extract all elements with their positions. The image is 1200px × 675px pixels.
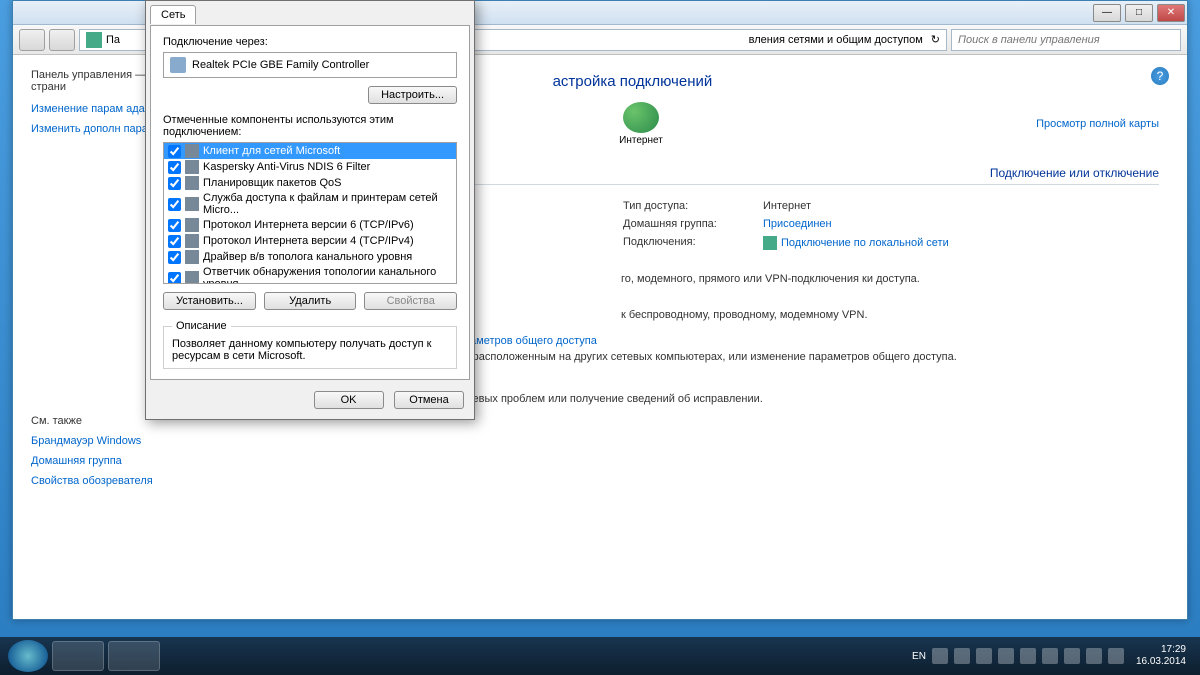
properties-dialog: Сеть Подключение через: Realtek PCIe GBE…: [145, 0, 475, 420]
text-fragment-2: к беспроводному, проводному, модемному V…: [621, 309, 1159, 321]
component-checkbox[interactable]: [168, 235, 181, 248]
tray-icon[interactable]: [1086, 648, 1102, 664]
network-tray-icon[interactable]: [998, 648, 1014, 664]
clock[interactable]: 17:29 16.03.2014: [1130, 644, 1192, 668]
taskbar-app-1[interactable]: [52, 641, 104, 671]
network-icon: [86, 32, 102, 48]
protocol-icon: [185, 218, 199, 232]
component-item[interactable]: Протокол Интернета версии 4 (TCP/IPv4): [164, 233, 456, 249]
component-item[interactable]: Драйвер в/в тополога канального уровня: [164, 249, 456, 265]
component-checkbox[interactable]: [168, 161, 181, 174]
component-item[interactable]: Служба доступа к файлам и принтерам сете…: [164, 191, 456, 217]
component-item[interactable]: Ответчик обнаружения топологии канальног…: [164, 265, 456, 284]
adapter-box: Realtek PCIe GBE Family Controller: [163, 52, 457, 78]
breadcrumb-suffix: вления сетями и общим доступом: [749, 34, 923, 46]
component-item[interactable]: Клиент для сетей Microsoft: [164, 143, 456, 159]
cancel-button[interactable]: Отмена: [394, 391, 464, 409]
tab-network[interactable]: Сеть: [150, 5, 196, 24]
filter-icon: [185, 160, 199, 174]
homegroup-link[interactable]: Присоединен: [763, 218, 832, 230]
forward-button[interactable]: [49, 29, 75, 51]
language-indicator[interactable]: EN: [912, 651, 926, 662]
start-button[interactable]: [8, 640, 48, 672]
text-fragment-1: го, модемного, прямого или VPN-подключен…: [621, 273, 1159, 285]
description-text: Позволяет данному компьютеру получать до…: [172, 338, 448, 362]
client-icon: [185, 144, 199, 158]
component-checkbox[interactable]: [168, 198, 181, 211]
components-list[interactable]: Клиент для сетей Microsoft Kaspersky Ant…: [163, 142, 457, 284]
protocol-icon: [185, 234, 199, 248]
component-checkbox[interactable]: [168, 272, 181, 285]
description-title: Описание: [172, 320, 231, 332]
see-also-ie[interactable]: Свойства обозревателя: [31, 475, 225, 487]
connect-via-label: Подключение через:: [163, 36, 457, 48]
component-checkbox[interactable]: [168, 177, 181, 190]
component-checkbox[interactable]: [168, 219, 181, 232]
ok-button[interactable]: OK: [314, 391, 384, 409]
close-button[interactable]: ✕: [1157, 4, 1185, 22]
taskbar: EN 17:29 16.03.2014: [0, 637, 1200, 675]
maximize-button[interactable]: □: [1125, 4, 1153, 22]
component-item[interactable]: Протокол Интернета версии 6 (TCP/IPv6): [164, 217, 456, 233]
breadcrumb-text: Па: [106, 34, 120, 46]
globe-icon: [623, 102, 659, 133]
full-map-link[interactable]: Просмотр полной карты: [1036, 118, 1159, 130]
properties-button[interactable]: Свойства: [364, 292, 457, 310]
component-item[interactable]: Планировщик пакетов QoS: [164, 175, 456, 191]
responder-icon: [185, 271, 199, 284]
adapter-name: Realtek PCIe GBE Family Controller: [192, 59, 369, 71]
configure-button[interactable]: Настроить...: [368, 86, 457, 104]
system-tray: EN 17:29 16.03.2014: [912, 644, 1192, 668]
components-label: Отмеченные компоненты используются этим …: [163, 114, 457, 138]
description-group: Описание Позволяет данному компьютеру по…: [163, 320, 457, 369]
tray-icon[interactable]: [1020, 648, 1036, 664]
install-button[interactable]: Установить...: [163, 292, 256, 310]
tray-icon[interactable]: [1108, 648, 1124, 664]
tray-icon[interactable]: [954, 648, 970, 664]
driver-icon: [185, 250, 199, 264]
adapter-icon: [170, 57, 186, 73]
back-button[interactable]: [19, 29, 45, 51]
refresh-icon[interactable]: ↻: [931, 33, 940, 46]
minimize-button[interactable]: —: [1093, 4, 1121, 22]
dialog-tabs: Сеть: [146, 1, 474, 25]
taskbar-app-2[interactable]: [108, 641, 160, 671]
tray-icon[interactable]: [932, 648, 948, 664]
component-checkbox[interactable]: [168, 145, 181, 158]
internet-node: Интернет: [619, 102, 663, 146]
search-input[interactable]: [951, 29, 1181, 51]
see-also-homegroup[interactable]: Домашняя группа: [31, 455, 225, 467]
tray-icon[interactable]: [1042, 648, 1058, 664]
remove-button[interactable]: Удалить: [264, 292, 357, 310]
volume-icon[interactable]: [976, 648, 992, 664]
lan-icon: [763, 236, 777, 250]
component-checkbox[interactable]: [168, 251, 181, 264]
qos-icon: [185, 176, 199, 190]
see-also-firewall[interactable]: Брандмауэр Windows: [31, 435, 225, 447]
service-icon: [185, 197, 199, 211]
help-icon[interactable]: ?: [1151, 67, 1169, 85]
component-item[interactable]: Kaspersky Anti-Virus NDIS 6 Filter: [164, 159, 456, 175]
connection-link[interactable]: Подключение по локальной сети: [781, 237, 949, 249]
tray-icon[interactable]: [1064, 648, 1080, 664]
